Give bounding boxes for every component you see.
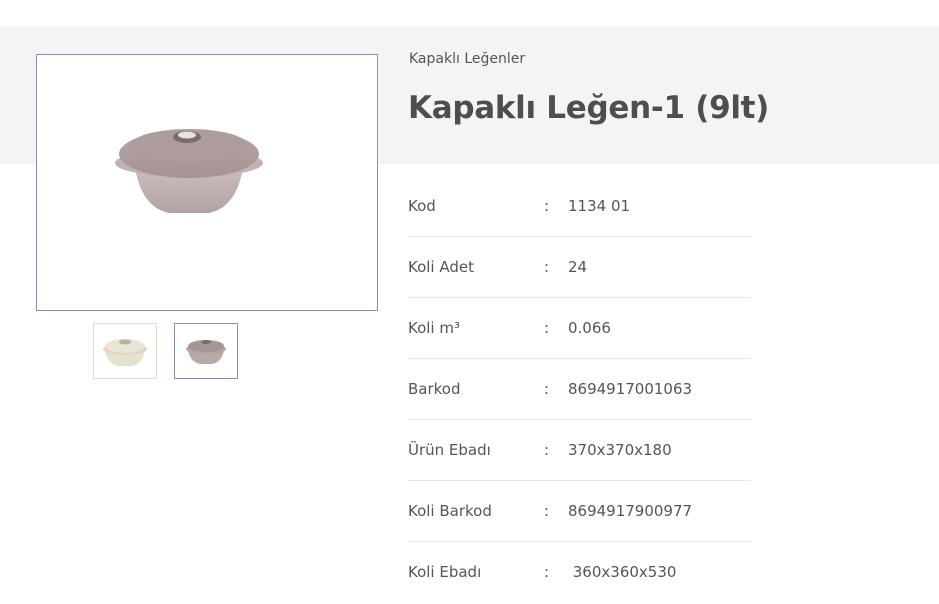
spec-table: Kod : 1134 01 Koli Adet : 24 Koli m³ : 0…	[408, 176, 751, 602]
main-product-image[interactable]	[36, 54, 378, 311]
spec-label: Koli Barkod	[408, 502, 492, 520]
spec-value: 8694917001063	[568, 380, 693, 398]
spec-value: 0.066	[568, 319, 611, 337]
spec-row-koli-m3: Koli m³ : 0.066	[408, 298, 751, 359]
spec-value: 24	[568, 258, 588, 276]
spec-value: 1134 01	[568, 197, 631, 215]
spec-row-urun-ebadi: Ürün Ebadı : 370x370x180	[408, 420, 751, 481]
page-title: Kapaklı Leğen-1 (9lt)	[408, 90, 770, 126]
breadcrumb-category[interactable]: Kapaklı Leğenler	[409, 51, 525, 67]
spec-label: Kod	[408, 197, 436, 215]
spec-separator: :	[544, 563, 550, 581]
spec-row-koli-ebadi: Koli Ebadı : 360x360x530	[408, 542, 751, 602]
cream-bowl-icon	[103, 339, 147, 366]
spec-separator: :	[544, 258, 550, 276]
thumbnail-cream[interactable]	[93, 323, 157, 379]
spec-label: Koli Ebadı	[408, 563, 482, 581]
spec-separator: :	[544, 197, 550, 215]
spec-value: 8694917900977	[568, 502, 693, 520]
spec-row-kod: Kod : 1134 01	[408, 176, 751, 237]
spec-row-koli-adet: Koli Adet : 24	[408, 237, 751, 298]
taupe-bowl-icon	[186, 340, 226, 364]
spec-separator: :	[544, 441, 550, 459]
spec-value: 370x370x180	[568, 441, 672, 459]
spec-separator: :	[544, 502, 550, 520]
spec-value: 360x360x530	[568, 563, 677, 581]
spec-label: Koli m³	[408, 319, 460, 337]
spec-separator: :	[544, 380, 550, 398]
spec-row-koli-barkod: Koli Barkod : 8694917900977	[408, 481, 751, 542]
spec-label: Ürün Ebadı	[408, 441, 491, 459]
spec-label: Barkod	[408, 380, 461, 398]
spec-separator: :	[544, 319, 550, 337]
thumbnail-taupe[interactable]	[174, 323, 238, 379]
spec-label: Koli Adet	[408, 258, 474, 276]
spec-row-barkod: Barkod : 8694917001063	[408, 359, 751, 420]
lidded-bowl-image	[115, 129, 263, 213]
